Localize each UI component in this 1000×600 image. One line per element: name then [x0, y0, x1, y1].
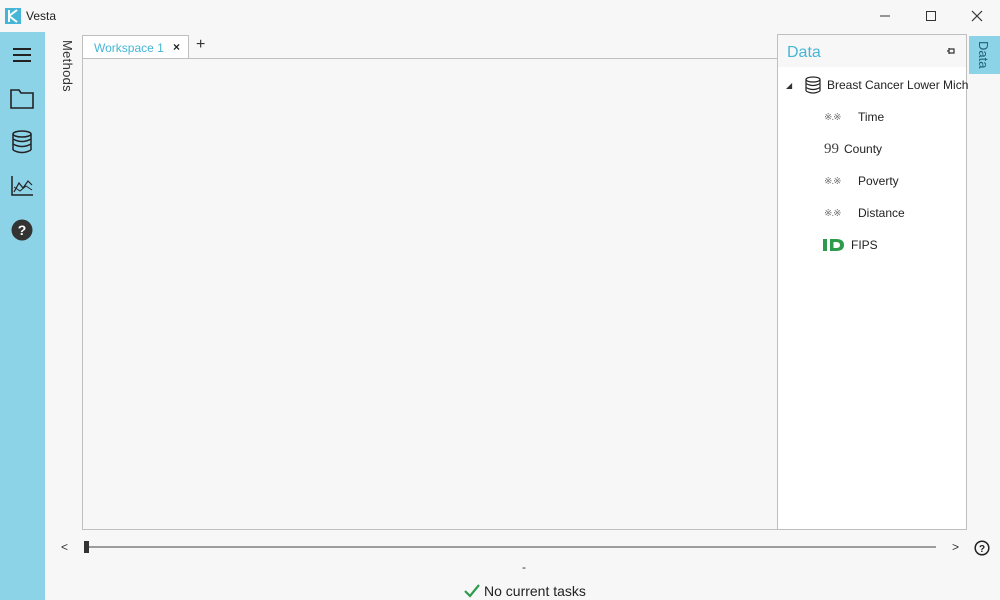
open-file-button[interactable] — [9, 85, 35, 111]
workspace-canvas[interactable] — [82, 58, 778, 530]
add-tab-button[interactable]: + — [196, 36, 205, 54]
methods-panel-label[interactable]: Methods — [55, 40, 75, 92]
dataset-node[interactable]: Breast Cancer Lower Mich — [804, 75, 968, 95]
text-quote-icon: 99 — [824, 140, 839, 157]
pin-icon[interactable] — [946, 46, 956, 56]
numeric-icon: ※.※ — [824, 207, 842, 219]
field-name: County — [844, 142, 883, 156]
menu-button[interactable] — [9, 42, 35, 68]
maximize-button[interactable] — [908, 0, 954, 32]
tab-label: Workspace 1 — [94, 40, 164, 55]
timeline-prev-button[interactable]: < — [61, 540, 68, 554]
data-panel-header: Data — [778, 35, 966, 67]
data-panel: Data ◢ Breast Cancer Lower Mich ※.※ Time… — [777, 34, 968, 530]
timeline-track[interactable] — [86, 546, 936, 548]
help-icon[interactable]: ? — [974, 540, 990, 556]
status-separator: - — [522, 560, 526, 574]
folder-icon — [10, 89, 34, 109]
tab-close-button[interactable]: × — [173, 40, 180, 54]
field-item[interactable]: ※.※ Distance — [824, 203, 905, 223]
window-title: Vesta — [26, 9, 57, 23]
main-sidebar: ? — [0, 32, 45, 600]
help-button[interactable]: ? — [9, 217, 35, 243]
field-item[interactable]: ※.※ Poverty — [824, 171, 899, 191]
title-bar: Vesta — [0, 0, 1000, 32]
hamburger-menu-icon — [13, 48, 31, 62]
numeric-icon: ※.※ — [824, 175, 842, 187]
field-name: FIPS — [851, 238, 878, 252]
database-icon — [805, 76, 821, 94]
tree-expand-icon[interactable]: ◢ — [786, 81, 792, 90]
chart-icon — [11, 176, 33, 196]
minimize-icon — [880, 15, 890, 17]
analysis-button[interactable] — [9, 173, 35, 199]
numeric-icon: ※.※ — [824, 111, 842, 123]
data-sources-button[interactable] — [9, 129, 35, 155]
field-name: Time — [858, 110, 885, 124]
svg-text:?: ? — [979, 544, 985, 555]
tab-workspace-1[interactable]: Workspace 1 × — [82, 35, 189, 59]
data-side-tab-label[interactable]: Data — [976, 41, 991, 68]
timeline-slider-handle[interactable] — [84, 541, 89, 553]
close-icon — [971, 10, 983, 22]
field-item[interactable]: FIPS — [822, 235, 878, 255]
database-icon — [12, 130, 32, 154]
field-item[interactable]: ※.※ Time — [824, 107, 884, 127]
status-text: No current tasks — [484, 583, 586, 599]
timeline-next-button[interactable]: > — [952, 540, 959, 554]
data-panel-title: Data — [787, 44, 821, 61]
id-icon — [823, 239, 844, 251]
checkmark-icon — [464, 584, 480, 598]
task-status: No current tasks — [464, 583, 586, 599]
field-name: Poverty — [858, 174, 899, 188]
app-logo-icon — [5, 8, 21, 24]
dataset-name: Breast Cancer Lower Mich — [827, 78, 969, 92]
svg-text:?: ? — [18, 222, 27, 238]
field-item[interactable]: 99 County — [824, 139, 882, 159]
help-icon: ? — [11, 219, 33, 241]
field-name: Distance — [858, 206, 905, 220]
methods-panel[interactable] — [45, 32, 82, 530]
close-window-button[interactable] — [954, 0, 1000, 32]
maximize-icon — [926, 11, 936, 21]
minimize-button[interactable] — [862, 0, 908, 32]
